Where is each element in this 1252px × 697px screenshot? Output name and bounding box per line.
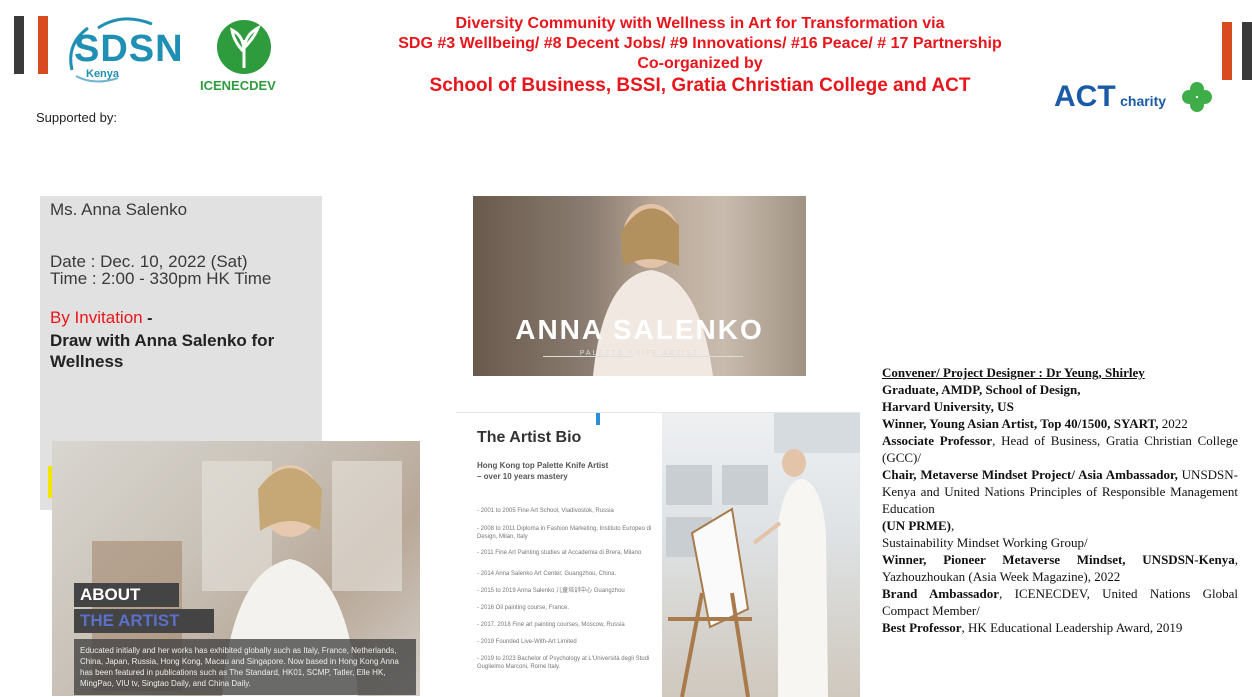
bio-item: - 2019 to 2023 Bachelor of Psychology at… bbox=[477, 656, 650, 670]
bio-item: - 2017, 2018 Fine art painting courses, … bbox=[477, 622, 625, 628]
bio-subtitle-line-1: Hong Kong top Palette Knife Artist bbox=[477, 461, 609, 470]
bio-item: - 2015 to 2019 Anna Salenko 儿童培训中心 Guang… bbox=[477, 588, 625, 594]
about-subheading: THE ARTIST bbox=[74, 609, 214, 633]
header-bar-orange-right bbox=[1222, 22, 1232, 80]
leaf-icon bbox=[217, 20, 271, 74]
bio-item: - 2014 Anna Salenko Art Center, Guangzho… bbox=[477, 571, 617, 577]
title-line-3: Co-organized by bbox=[637, 55, 763, 72]
bio-item: - 2011 Fine Art Painting studies at Acca… bbox=[477, 550, 642, 556]
title-line-1: Diversity Community with Wellness in Art… bbox=[455, 15, 945, 32]
artist-painting-photo bbox=[662, 413, 860, 697]
title-line-4: School of Business, BSSI, Gratia Christi… bbox=[429, 75, 971, 96]
sdsn-logo: SDSN Kenya bbox=[64, 14, 183, 84]
convener-line: Graduate, AMDP, School of Design, bbox=[882, 382, 1081, 397]
bio-subtitle-line-2: – over 10 years mastery bbox=[477, 472, 568, 481]
bio-item: - 2016 Oil painting course, France. bbox=[477, 605, 570, 611]
bio-item: - 2008 to 2011 Diploma in Fashion Market… bbox=[477, 526, 652, 540]
about-artist-photo: ABOUT THE ARTIST Educated initially and … bbox=[52, 441, 420, 696]
act-logo-subtext: charity bbox=[1120, 93, 1167, 109]
convener-line: Harvard University, US bbox=[882, 399, 1014, 414]
about-description: Educated initially and her works has exh… bbox=[74, 639, 416, 695]
about-heading: ABOUT bbox=[74, 583, 179, 607]
header-bar-dark-left bbox=[14, 16, 24, 74]
bio-subtitle: Hong Kong top Palette Knife Artist – ove… bbox=[477, 460, 647, 482]
session-title-line-1: Draw with Anna Salenko for bbox=[50, 331, 275, 350]
convener-line: (UN PRME) bbox=[882, 518, 951, 533]
convener-line: Best Professor bbox=[882, 620, 962, 635]
convener-line: Brand Ambassador bbox=[882, 586, 1000, 601]
invitation-dash: - bbox=[147, 310, 153, 327]
convener-line: Winner, Pioneer Metaverse Mindset, UNSDS… bbox=[882, 552, 1235, 567]
bio-title: The Artist Bio bbox=[477, 429, 582, 446]
convener-line: Winner, Young Asian Artist, Top 40/1500,… bbox=[882, 416, 1159, 431]
act-charity-logo: ACT charity bbox=[1054, 80, 1214, 120]
bio-item: - 2001 to 2005 Fine Art School, Vladivos… bbox=[477, 508, 614, 514]
convener-line: Chair, Metaverse Mindset Project/ Asia A… bbox=[882, 467, 1178, 482]
sdsn-logo-text: SDSN bbox=[74, 28, 184, 70]
artist-banner-tagline: PALETTE KNIFE ARTIST bbox=[579, 350, 700, 357]
header-bar-dark-right bbox=[1242, 22, 1252, 80]
convener-line: Associate Professor bbox=[882, 433, 993, 448]
convener-line: , bbox=[950, 518, 955, 533]
icenecdev-logo-text: ICENECDEV bbox=[200, 78, 276, 93]
supported-by-label: Supported by: bbox=[36, 110, 117, 125]
convener-bio: Convener/ Project Designer : Dr Yeung, S… bbox=[882, 364, 1238, 636]
event-title: Diversity Community with Wellness in Art… bbox=[300, 14, 1100, 98]
convener-heading: Convener/ Project Designer : Dr Yeung, S… bbox=[882, 365, 1145, 380]
header-bar-orange-left bbox=[38, 16, 48, 74]
sdsn-logo-subtext: Kenya bbox=[86, 68, 120, 80]
icenecdev-logo: ICENECDEV bbox=[200, 18, 290, 93]
artist-bio-card: The Artist Bio Hong Kong top Palette Kni… bbox=[456, 412, 860, 697]
act-logo-text: ACT bbox=[1054, 80, 1116, 113]
convener-line: 2022 bbox=[1161, 416, 1188, 431]
session-title-line-2: Wellness bbox=[50, 352, 124, 371]
artist-banner: ANNA SALENKO PALETTE KNIFE ARTIST bbox=[473, 196, 806, 376]
clover-icon bbox=[1182, 82, 1212, 112]
convener-line: Sustainability Mindset Working Group/ bbox=[882, 535, 1088, 550]
speaker-name: Ms. Anna Salenko bbox=[50, 200, 188, 219]
bio-accent bbox=[596, 413, 600, 425]
artist-painting-illustration bbox=[666, 413, 860, 697]
invitation-line: By Invitation - bbox=[50, 308, 152, 328]
bio-item: - 2019 Founded Live-With-Art Limited bbox=[477, 639, 577, 645]
artist-banner-name: ANNA SALENKO bbox=[515, 314, 764, 345]
event-time: Time : 2:00 - 330pm HK Time bbox=[50, 269, 272, 288]
title-line-2: SDG #3 Wellbeing/ #8 Decent Jobs/ #9 Inn… bbox=[398, 35, 1002, 52]
convener-line: , HK Educational Leadership Award, 2019 bbox=[961, 620, 1183, 635]
artist-banner-illustration bbox=[543, 204, 743, 376]
invitation-label: By Invitation bbox=[50, 308, 143, 327]
